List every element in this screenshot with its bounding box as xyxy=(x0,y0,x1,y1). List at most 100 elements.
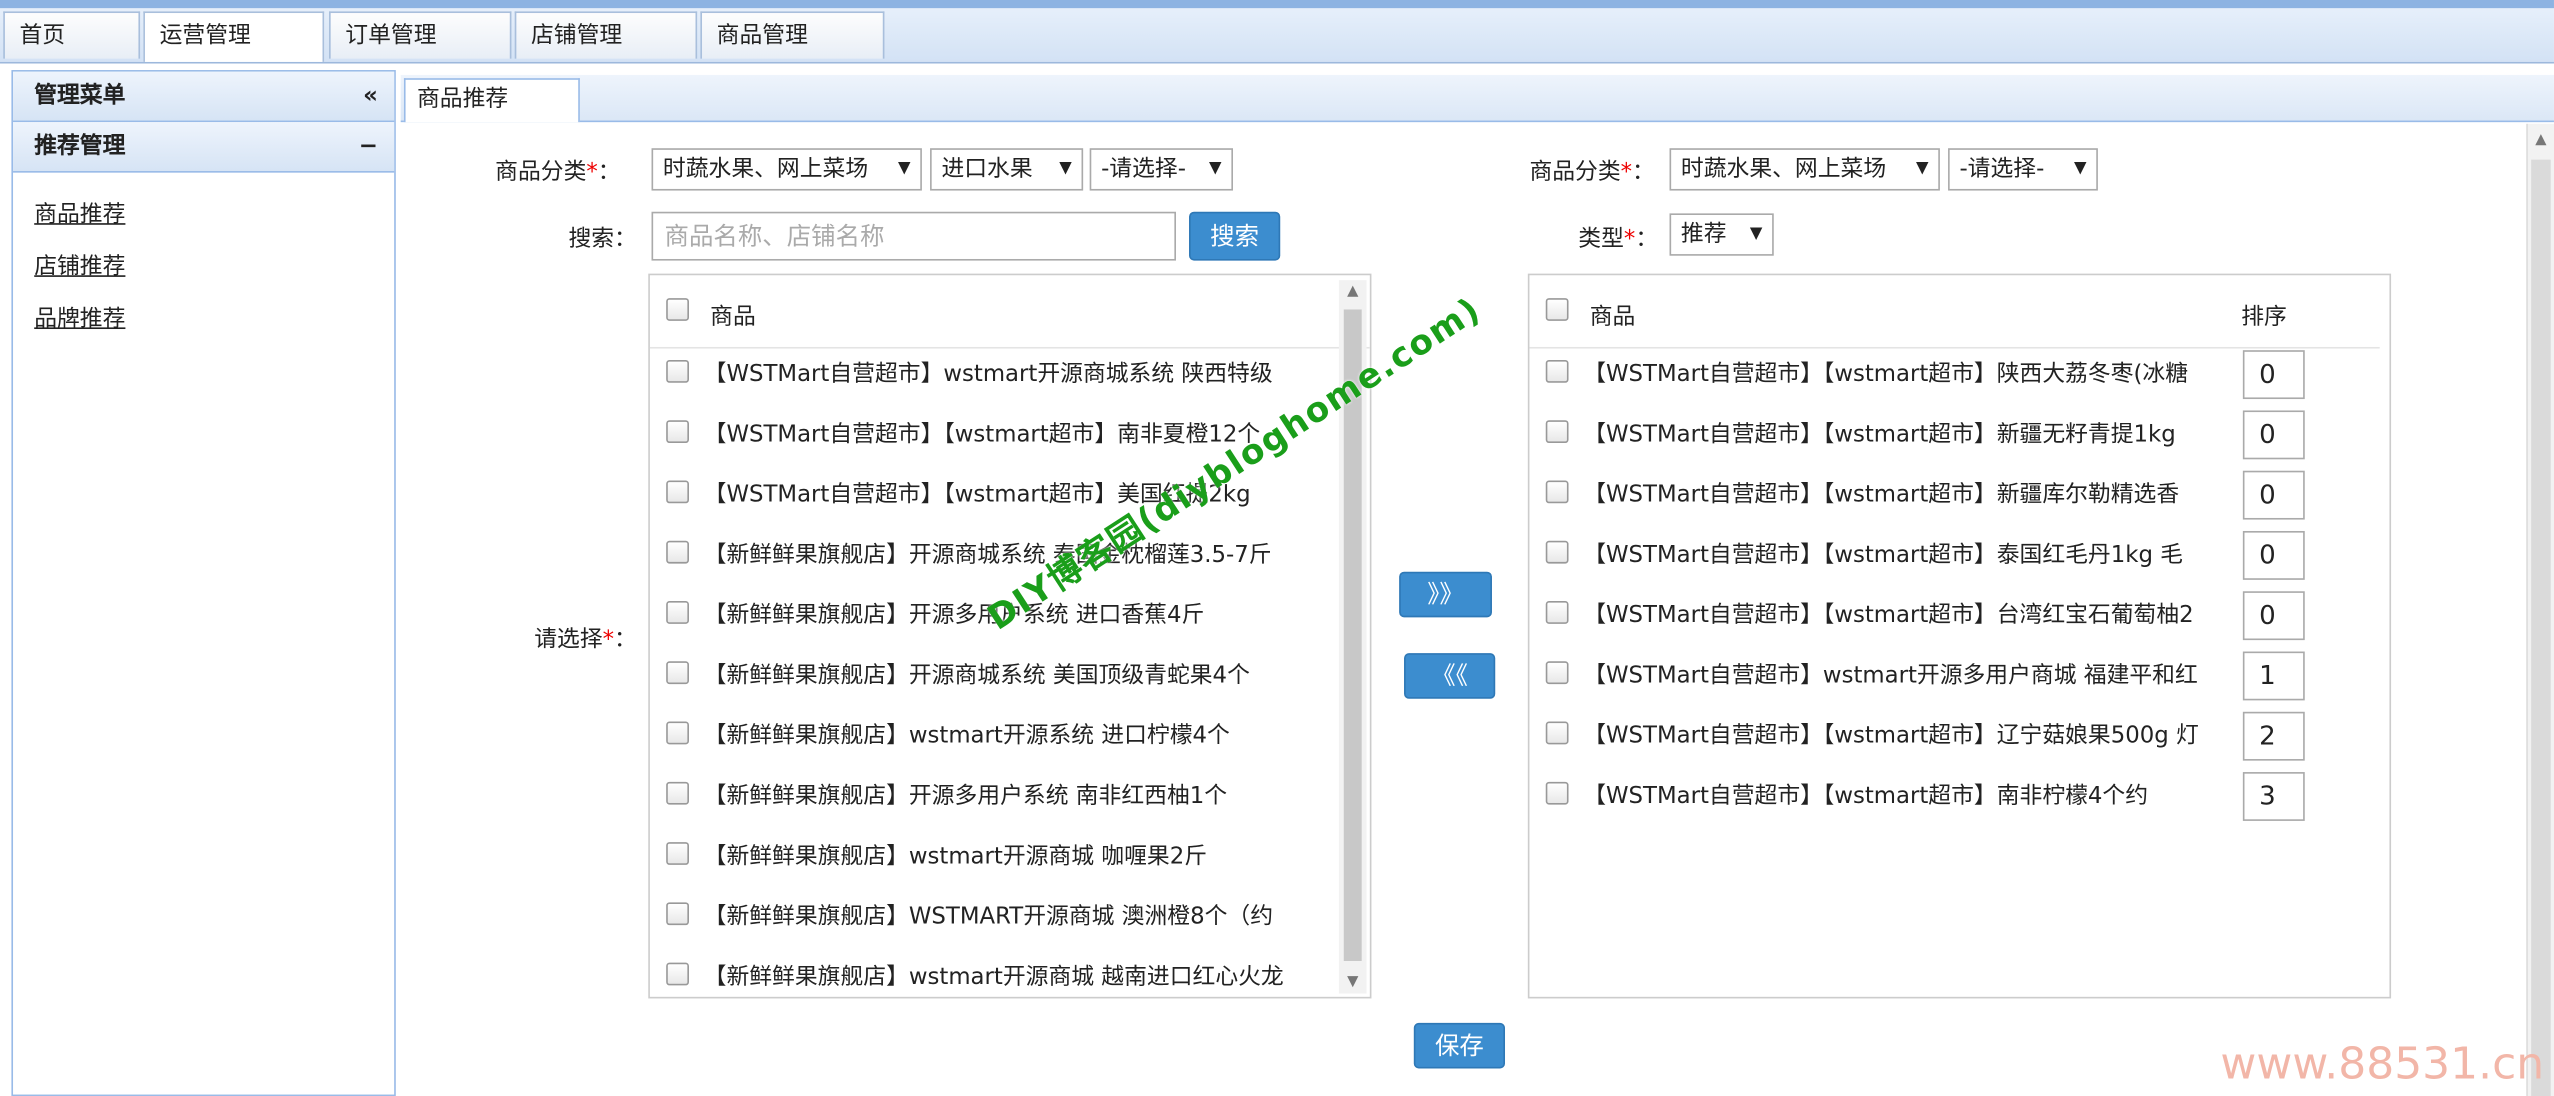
sidebar-section-header[interactable]: 推荐管理 − xyxy=(13,122,395,173)
left-row-text[interactable]: 【新鲜鲜果旗舰店】开源商城系统 美国顶级青蛇果4个 xyxy=(704,658,1336,691)
tab-goods-recommend[interactable]: 商品推荐 xyxy=(403,78,580,123)
type-label: 类型*： xyxy=(1578,226,1659,253)
site-watermark: www.88531.cn xyxy=(2220,1039,2545,1090)
move-right-button[interactable]: 》》 xyxy=(1399,571,1492,618)
right-row-text[interactable]: 【WSTMart自营超市】【wstmart超市】台湾红宝石葡萄柚2 xyxy=(1583,598,2243,631)
tab-orders[interactable]: 订单管理 xyxy=(329,11,512,59)
top-accent-bar xyxy=(0,0,2554,9)
sort-input[interactable]: 1 xyxy=(2242,651,2305,701)
select-label: 请选择*： xyxy=(534,627,637,654)
right-row-checkbox[interactable] xyxy=(1545,601,1569,624)
right-row-text[interactable]: 【WSTMart自营超市】【wstmart超市】新疆无籽青提1kg xyxy=(1583,417,2243,450)
right-row-text[interactable]: 【WSTMart自营超市】【wstmart超市】泰国红毛丹1kg 毛 xyxy=(1583,538,2243,571)
sidebar-section-title: 推荐管理 xyxy=(34,133,126,160)
sidebar-item-shop-recommend[interactable]: 店铺推荐 xyxy=(34,248,394,300)
left-row-text[interactable]: 【新鲜鲜果旗舰店】wstmart开源系统 进口柠檬4个 xyxy=(704,718,1336,751)
caret-down-icon: ▼ xyxy=(1915,159,1929,178)
left-category-select-2[interactable]: 进口水果 ▼ xyxy=(930,148,1084,191)
caret-down-icon: ▼ xyxy=(897,159,911,178)
right-category-label: 商品分类*： xyxy=(1529,159,1655,186)
left-row-text[interactable]: 【新鲜鲜果旗舰店】WSTMART开源商城 澳洲橙8个（约 xyxy=(704,899,1336,932)
left-select-all-checkbox[interactable] xyxy=(666,298,689,321)
left-row-text[interactable]: 【新鲜鲜果旗舰店】wstmart开源商城 越南进口红心火龙 xyxy=(704,959,1336,992)
sidebar-menu-title: 管理菜单 xyxy=(34,83,126,110)
left-row-text[interactable]: 【新鲜鲜果旗舰店】wstmart开源商城 咖喱果2斤 xyxy=(704,839,1336,872)
stage: 首页 运营管理 订单管理 店铺管理 商品管理 管理菜单 « 推荐管理 − 商品推… xyxy=(0,0,2554,1096)
page-scrollbar-thumb[interactable] xyxy=(2531,159,2551,1096)
search-button[interactable]: 搜索 xyxy=(1189,211,1281,261)
left-row-text[interactable]: 【WSTMart自营超市】wstmart开源商城系统 陕西特级 xyxy=(704,357,1336,390)
sidebar: 管理菜单 « 推荐管理 − 商品推荐 店铺推荐 品牌推荐 xyxy=(11,70,396,1096)
right-row-checkbox[interactable] xyxy=(1545,781,1569,805)
left-category-label: 商品分类*： xyxy=(495,159,621,186)
sidebar-menu-header: 管理菜单 « xyxy=(13,71,395,123)
scroll-up-icon[interactable]: ▲ xyxy=(2528,132,2554,148)
caret-down-icon: ▼ xyxy=(1059,159,1072,178)
search-input[interactable]: 商品名称、店铺名称 xyxy=(651,211,1176,261)
caret-down-icon: ▼ xyxy=(1209,159,1222,178)
top-tab-bar: 首页 运营管理 订单管理 店铺管理 商品管理 xyxy=(0,0,2554,64)
sidebar-item-brand-recommend[interactable]: 品牌推荐 xyxy=(34,300,394,352)
right-row-text[interactable]: 【WSTMart自营超市】【wstmart超市】南非柠檬4个约 xyxy=(1583,779,2243,812)
tab-operations[interactable]: 运营管理 xyxy=(143,11,325,62)
sort-input[interactable]: 0 xyxy=(2242,591,2305,641)
right-row-text[interactable]: 【WSTMart自营超市】【wstmart超市】辽宁菇娘果500g 灯 xyxy=(1583,718,2243,751)
right-row-text[interactable]: 【WSTMart自营超市】【wstmart超市】陕西大荔冬枣(冰糖 xyxy=(1583,357,2243,390)
right-header-sort: 排序 xyxy=(2241,304,2287,331)
right-select-all-checkbox[interactable] xyxy=(1545,298,1569,321)
sidebar-links: 商品推荐 店铺推荐 品牌推荐 xyxy=(13,173,394,352)
right-row-checkbox[interactable] xyxy=(1545,480,1569,504)
left-row-checkbox[interactable] xyxy=(666,721,689,745)
type-select[interactable]: 推荐 ▼ xyxy=(1669,213,1774,256)
save-button[interactable]: 保存 xyxy=(1413,1022,1506,1069)
sidebar-item-goods-recommend[interactable]: 商品推荐 xyxy=(34,195,394,247)
left-row-checkbox[interactable] xyxy=(666,902,689,926)
left-row-checkbox[interactable] xyxy=(666,661,689,685)
scroll-up-icon[interactable]: ▲ xyxy=(1339,283,1367,299)
right-row-checkbox[interactable] xyxy=(1545,359,1569,383)
right-row-checkbox[interactable] xyxy=(1545,721,1569,745)
left-row-checkbox[interactable] xyxy=(666,420,689,444)
sort-input[interactable]: 3 xyxy=(2242,772,2305,821)
right-row-checkbox[interactable] xyxy=(1545,540,1569,564)
move-left-button[interactable]: 《《 xyxy=(1404,653,1496,699)
scroll-down-icon[interactable]: ▼ xyxy=(1339,974,1367,990)
left-header-goods: 商品 xyxy=(710,304,756,331)
right-row-checkbox[interactable] xyxy=(1545,661,1569,685)
left-row-checkbox[interactable] xyxy=(666,962,689,986)
caret-down-icon: ▼ xyxy=(2073,159,2087,178)
main-panel: 商品推荐 ▲ 商品分类*： 时蔬水果、网上菜场 ▼ 进口水果 ▼ -请选择- ▼ 搜索… xyxy=(400,74,2554,1096)
right-row-checkbox[interactable] xyxy=(1545,420,1569,444)
sort-input[interactable]: 0 xyxy=(2242,350,2305,400)
right-category-select-2[interactable]: -请选择- ▼ xyxy=(1948,148,2098,191)
left-row-checkbox[interactable] xyxy=(666,359,689,383)
left-row-checkbox[interactable] xyxy=(666,601,689,624)
tab-goods[interactable]: 商品管理 xyxy=(700,11,885,59)
left-row-checkbox[interactable] xyxy=(666,480,689,504)
left-row-text[interactable]: 【新鲜鲜果旗舰店】开源多用户系统 南非红西柚1个 xyxy=(704,779,1336,812)
right-header-goods: 商品 xyxy=(1589,304,1636,331)
left-row-checkbox[interactable] xyxy=(666,781,689,805)
right-list-header: 商品 排序 xyxy=(1529,275,2380,349)
minus-icon[interactable]: − xyxy=(359,122,378,171)
right-goods-list: 商品 排序 【WSTMart自营超市】【wstmart超市】陕西大荔冬枣(冰糖 0… xyxy=(1527,273,2392,999)
right-row-text[interactable]: 【WSTMart自营超市】wstmart开源多用户商城 福建平和红 xyxy=(1583,658,2243,691)
left-category-select-1[interactable]: 时蔬水果、网上菜场 ▼ xyxy=(651,148,922,191)
sort-input[interactable]: 2 xyxy=(2242,711,2305,761)
left-category-select-3[interactable]: -请选择- ▼ xyxy=(1089,148,1234,191)
right-row-text[interactable]: 【WSTMart自营超市】【wstmart超市】新疆库尔勒精选香 xyxy=(1583,477,2243,510)
sort-input[interactable]: 0 xyxy=(2242,530,2305,580)
left-row-checkbox[interactable] xyxy=(666,842,689,865)
left-row-text[interactable]: 【新鲜鲜果旗舰店】开源商城系统 泰国金枕榴莲3.5-7斤 xyxy=(704,538,1336,571)
tab-shops[interactable]: 店铺管理 xyxy=(514,11,698,59)
tab-home[interactable]: 首页 xyxy=(3,11,141,59)
sort-input[interactable]: 0 xyxy=(2242,410,2305,460)
page-scrollbar[interactable]: ▲ xyxy=(2526,123,2554,1096)
right-category-select-1[interactable]: 时蔬水果、网上菜场 ▼ xyxy=(1669,148,1940,191)
left-list-header: 商品 xyxy=(649,275,1370,349)
search-label: 搜索： xyxy=(568,226,637,253)
left-row-checkbox[interactable] xyxy=(666,540,689,564)
caret-down-icon: ▼ xyxy=(1749,224,1763,243)
collapse-icon[interactable]: « xyxy=(363,72,378,121)
sort-input[interactable]: 0 xyxy=(2242,470,2305,520)
